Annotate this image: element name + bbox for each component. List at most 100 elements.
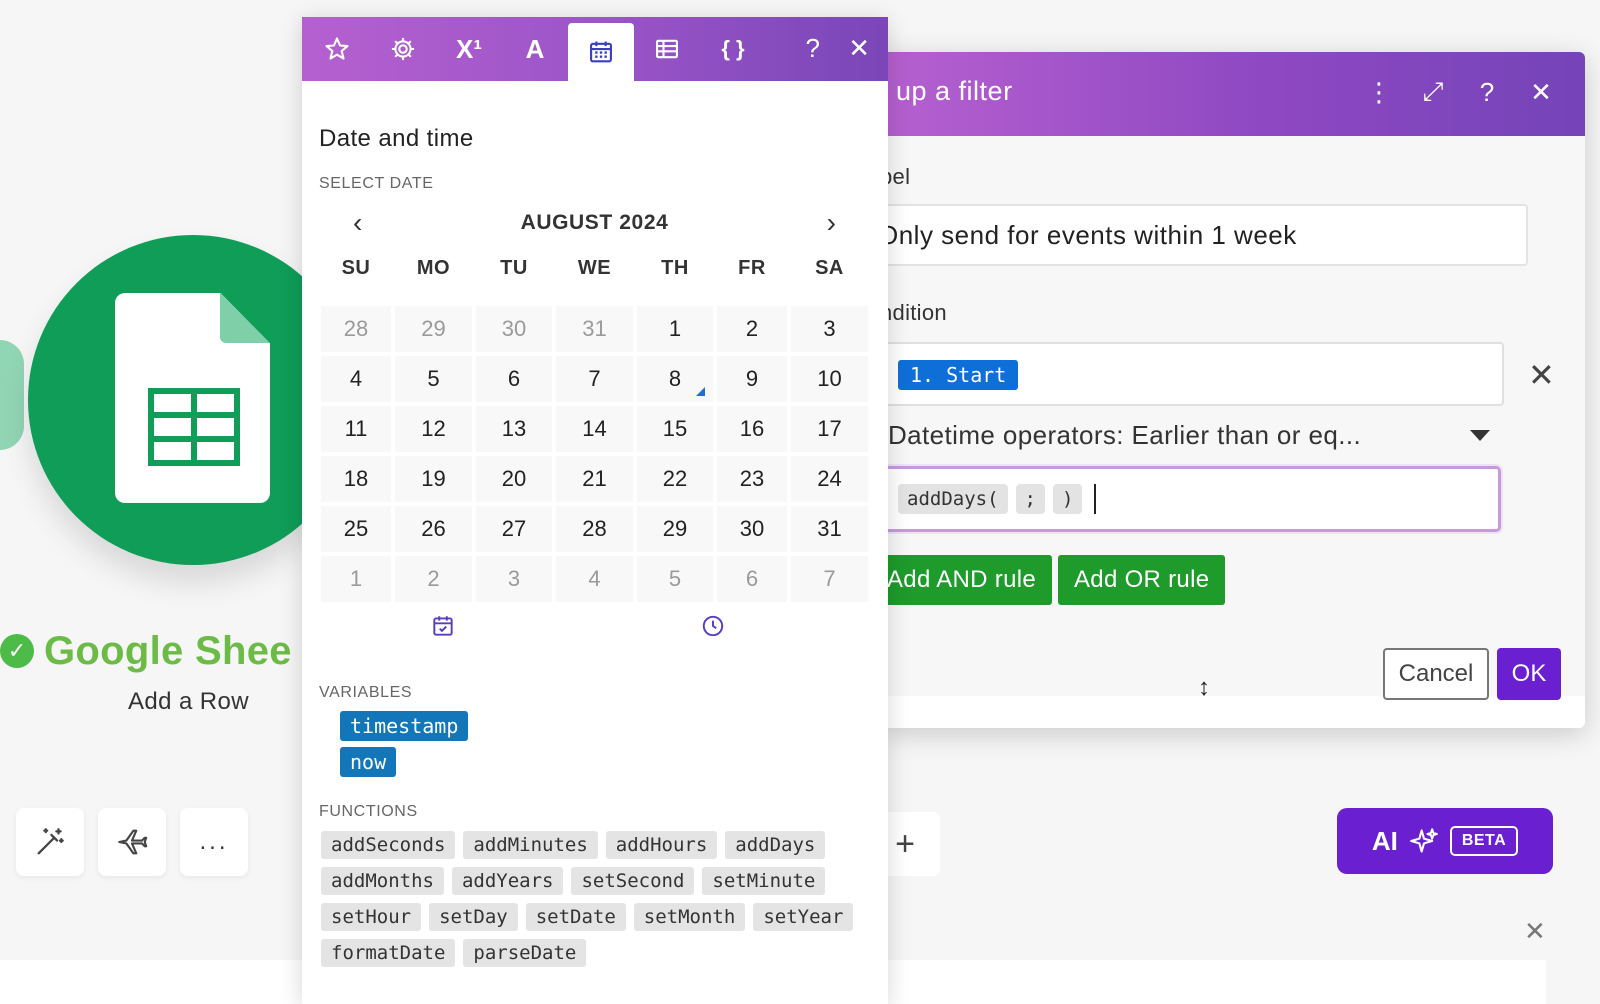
time-mode-button[interactable]: [700, 613, 726, 644]
calendar-day-today[interactable]: 8: [635, 354, 715, 404]
calendar-day[interactable]: 18: [319, 454, 393, 504]
variable-pill[interactable]: now: [340, 747, 397, 777]
tab-array[interactable]: [634, 17, 700, 81]
calendar-day[interactable]: 29: [393, 304, 474, 354]
calendar-day[interactable]: 3: [789, 304, 870, 354]
function-pill[interactable]: addMinutes: [463, 831, 598, 859]
function-pill[interactable]: setDate: [525, 903, 626, 931]
calendar-day[interactable]: 7: [789, 554, 870, 604]
calendar-day[interactable]: 10: [789, 354, 870, 404]
ai-assistant-button[interactable]: AI BETA: [1337, 808, 1553, 874]
separator-token[interactable]: ;: [1015, 484, 1045, 514]
function-pill[interactable]: setMinute: [702, 867, 826, 895]
calendar-day[interactable]: 15: [635, 404, 715, 454]
close-icon[interactable]: ✕: [1527, 76, 1555, 108]
add-and-rule-button[interactable]: Add AND rule: [880, 555, 1053, 605]
calendar-day[interactable]: 30: [715, 504, 789, 554]
calendar-day[interactable]: 13: [474, 404, 554, 454]
expression-input[interactable]: addDays( ; ): [880, 466, 1501, 532]
auto-align-button[interactable]: [16, 808, 84, 876]
function-pill[interactable]: setSecond: [571, 867, 695, 895]
calendar-day[interactable]: 23: [715, 454, 789, 504]
calendar-day[interactable]: 1: [319, 554, 393, 604]
calendar-day[interactable]: 14: [554, 404, 635, 454]
calendar-day[interactable]: 11: [319, 404, 393, 454]
function-pill[interactable]: addHours: [605, 831, 718, 859]
tab-general[interactable]: [370, 17, 436, 81]
calendar-day[interactable]: 31: [789, 504, 870, 554]
calendar-day[interactable]: 2: [715, 304, 789, 354]
cancel-button[interactable]: Cancel: [1383, 648, 1489, 700]
help-icon[interactable]: ?: [806, 33, 820, 64]
calendar-day[interactable]: 20: [474, 454, 554, 504]
operator-select[interactable]: Datetime operators: Earlier than or eq..…: [888, 412, 1490, 458]
function-pill[interactable]: addYears: [451, 867, 564, 895]
explain-flow-button[interactable]: [98, 808, 166, 876]
function-pill[interactable]: setYear: [753, 903, 854, 931]
tab-favorites[interactable]: [304, 17, 370, 81]
module-name: ✓ Google Shee: [0, 628, 292, 674]
calendar-day[interactable]: 29: [635, 504, 715, 554]
weekday-label: TU: [500, 257, 528, 279]
calendar-day[interactable]: 30: [474, 304, 554, 354]
calendar-day[interactable]: 19: [393, 454, 474, 504]
close-icon[interactable]: ✕: [1524, 916, 1546, 947]
calendar-day[interactable]: 27: [474, 504, 554, 554]
calendar-day[interactable]: 6: [715, 554, 789, 604]
function-pill[interactable]: setDay: [429, 903, 518, 931]
tab-text[interactable]: A: [502, 17, 568, 81]
function-pill[interactable]: parseDate: [463, 939, 587, 967]
ok-button[interactable]: OK: [1497, 648, 1561, 700]
calendar-day[interactable]: 1: [635, 304, 715, 354]
calendar-day[interactable]: 17: [789, 404, 870, 454]
date-mode-button[interactable]: [430, 613, 456, 644]
calendar-day[interactable]: 5: [635, 554, 715, 604]
variable-pill[interactable]: timestamp: [340, 711, 469, 741]
function-pill[interactable]: formatDate: [321, 939, 456, 967]
calendar-day[interactable]: 24: [789, 454, 870, 504]
kebab-menu-icon[interactable]: ⋮: [1365, 76, 1393, 108]
calendar-day[interactable]: 22: [635, 454, 715, 504]
calendar-day[interactable]: 4: [554, 554, 635, 604]
more-options-button[interactable]: ...: [180, 808, 248, 876]
function-pill[interactable]: addSeconds: [321, 831, 456, 859]
tab-date-time[interactable]: [568, 23, 634, 81]
add-or-rule-button[interactable]: Add OR rule: [1058, 555, 1226, 605]
chevron-left-icon[interactable]: ‹: [353, 207, 362, 239]
label-input[interactable]: Only send for events within 1 week: [880, 204, 1528, 266]
expand-icon[interactable]: ⤢: [1419, 76, 1447, 108]
calendar-day[interactable]: 28: [319, 304, 393, 354]
function-pill[interactable]: addMonths: [321, 867, 444, 895]
function-token[interactable]: addDays(: [898, 484, 1008, 514]
calendar-day[interactable]: 28: [554, 504, 635, 554]
condition-operand-input[interactable]: 1. Start: [880, 342, 1504, 406]
calendar-day[interactable]: 2: [393, 554, 474, 604]
previous-module-edge: [0, 340, 24, 450]
calendar-day[interactable]: 12: [393, 404, 474, 454]
close-icon[interactable]: ✕: [848, 33, 870, 64]
function-pill[interactable]: addDays: [725, 831, 826, 859]
calendar-day[interactable]: 7: [554, 354, 635, 404]
mapped-variable-pill[interactable]: 1. Start: [898, 360, 1019, 390]
calendar-day[interactable]: 9: [715, 354, 789, 404]
resize-icon[interactable]: ↕: [1198, 674, 1210, 702]
calendar-day[interactable]: 6: [474, 354, 554, 404]
calendar-day[interactable]: 26: [393, 504, 474, 554]
help-icon[interactable]: ?: [1473, 76, 1501, 108]
function-pill[interactable]: setHour: [321, 903, 422, 931]
calendar-day[interactable]: 25: [319, 504, 393, 554]
tab-json[interactable]: { }: [700, 17, 766, 81]
calendar-day[interactable]: 4: [319, 354, 393, 404]
remove-condition-icon[interactable]: ✕: [1528, 356, 1555, 394]
table-icon: [656, 39, 678, 59]
tab-math[interactable]: X¹: [436, 17, 502, 81]
function-pill[interactable]: setMonth: [633, 903, 746, 931]
calendar-day[interactable]: 31: [554, 304, 635, 354]
calendar-day[interactable]: 16: [715, 404, 789, 454]
calendar-day[interactable]: 21: [554, 454, 635, 504]
calendar-day[interactable]: 5: [393, 354, 474, 404]
close-paren-token[interactable]: ): [1052, 484, 1083, 514]
chevron-right-icon[interactable]: ›: [827, 207, 836, 239]
calendar-day[interactable]: 3: [474, 554, 554, 604]
superscript-icon: X¹: [456, 33, 482, 64]
